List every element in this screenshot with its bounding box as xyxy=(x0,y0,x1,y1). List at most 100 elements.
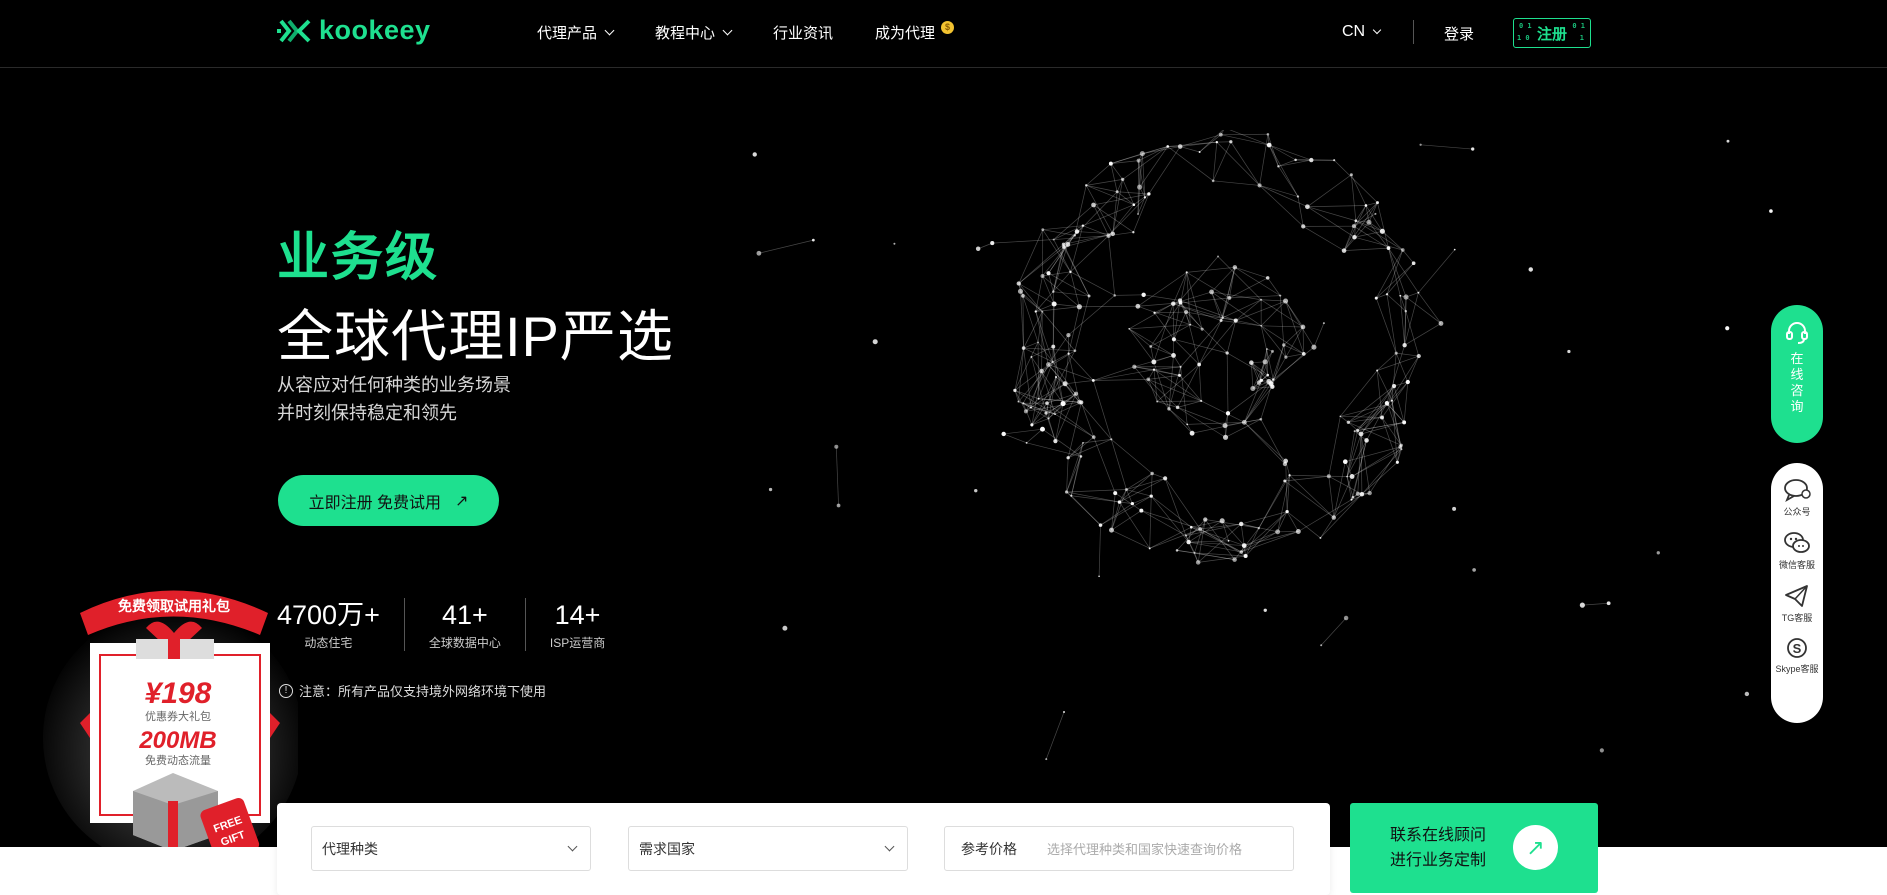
globe-node xyxy=(1197,362,1202,367)
register-trial-button[interactable]: 立即注册 免费试用 ↗ xyxy=(278,475,499,526)
page: kookeey 代理产品 教程中心 行业资讯 成为代理 $ CN 登录 0 1 … xyxy=(0,0,1887,895)
gift-ribbon-text: 免费领取试用礼包 xyxy=(118,598,230,614)
globe-node xyxy=(1300,324,1306,330)
globe-node xyxy=(811,238,815,242)
globe-node xyxy=(1108,161,1113,166)
globe-node xyxy=(1062,381,1068,387)
globe-node xyxy=(1130,502,1135,506)
globe-node xyxy=(1218,132,1223,137)
gift-price-desc: 优惠券大礼包 xyxy=(145,709,211,723)
globe-node xyxy=(1135,303,1141,309)
globe-node xyxy=(1453,248,1456,251)
free-gift-promo[interactable]: 免费领取试用礼包 ¥198 优惠券大礼包 200MB 免费动态流量 FREE G… xyxy=(28,573,298,863)
globe-node xyxy=(1001,431,1006,437)
nav-proxy-products[interactable]: 代理产品 xyxy=(537,22,615,43)
globe-node xyxy=(1400,248,1405,252)
globe-node xyxy=(1044,411,1048,415)
register-button[interactable]: 0 1 1 0 0 1 1 注册 xyxy=(1513,18,1591,48)
globe-node xyxy=(1198,527,1203,531)
globe-node xyxy=(1189,430,1195,436)
country-select[interactable]: 需求国家 xyxy=(628,826,908,871)
globe-node xyxy=(1217,255,1219,258)
chat-bubble-icon xyxy=(1784,479,1811,503)
globe-node xyxy=(1239,550,1244,554)
nav-tutorial-center[interactable]: 教程中心 xyxy=(655,22,733,43)
globe-node xyxy=(1222,434,1229,440)
globe-node xyxy=(1283,479,1287,483)
globe-node xyxy=(1186,539,1191,545)
globe-node xyxy=(1260,298,1263,301)
globe-node xyxy=(1185,271,1188,274)
globe-node xyxy=(1265,276,1270,280)
globe-node xyxy=(1013,388,1017,393)
globe-node xyxy=(1358,431,1364,437)
globe-node xyxy=(1225,351,1229,355)
globe-node xyxy=(1403,294,1409,300)
stat-label: 全球数据中心 xyxy=(428,636,501,650)
globe-node xyxy=(1394,351,1398,355)
globe-node xyxy=(1177,298,1183,303)
globe-node xyxy=(1227,295,1232,300)
globe-node xyxy=(1260,324,1263,327)
globe-node xyxy=(1047,417,1050,420)
wechat-icon xyxy=(1784,532,1810,553)
globe-node xyxy=(1029,406,1032,409)
online-consult-button[interactable]: 在线咨询 xyxy=(1771,305,1823,443)
side-item-label: 微信客服 xyxy=(1778,560,1815,570)
globe-node xyxy=(1349,173,1353,177)
wechat-service-button[interactable]: 微信客服 xyxy=(1779,530,1815,571)
globe-node xyxy=(1333,159,1336,162)
globe-node xyxy=(1171,301,1176,306)
globe-node xyxy=(1417,291,1420,294)
skype-service-button[interactable]: S Skype客服 xyxy=(1775,636,1819,675)
nav-become-agent[interactable]: 成为代理 $ xyxy=(875,21,955,43)
globe-node xyxy=(1277,165,1280,168)
telegram-service-button[interactable]: TG客服 xyxy=(1782,583,1812,624)
globe-node xyxy=(1241,419,1247,425)
chevron-down-icon xyxy=(722,25,733,36)
official-account-button[interactable]: 公众号 xyxy=(1783,477,1811,518)
globe-node xyxy=(1301,224,1306,229)
globe-node xyxy=(1725,326,1730,331)
globe-node xyxy=(1266,142,1272,148)
globe-node xyxy=(1077,399,1082,405)
globe-node xyxy=(1346,420,1351,424)
globe-node xyxy=(1359,491,1365,497)
globe-node xyxy=(1376,369,1379,372)
globe-node xyxy=(1141,292,1146,297)
nav-label: 代理产品 xyxy=(537,25,598,42)
globe-node xyxy=(1296,195,1300,198)
globe-node xyxy=(1184,534,1187,537)
globe-node xyxy=(1175,549,1179,552)
globe-node xyxy=(1390,399,1393,402)
globe-node xyxy=(1400,448,1403,451)
globe-node xyxy=(1528,267,1533,272)
globe-node xyxy=(1402,420,1407,425)
globe-node xyxy=(975,246,981,251)
globe-node xyxy=(1139,151,1145,157)
globe-node xyxy=(1567,349,1571,354)
globe-node xyxy=(1656,551,1660,555)
globe-node xyxy=(1087,294,1091,298)
globe-node xyxy=(893,242,896,245)
globe-node xyxy=(1016,281,1021,286)
globe-node xyxy=(1606,601,1611,606)
nav-industry-news[interactable]: 行业资讯 xyxy=(773,22,833,43)
globe-node xyxy=(1259,378,1264,383)
contact-advisor-button[interactable]: 联系在线顾问 进行业务定制 ↗ xyxy=(1350,803,1598,893)
language-selector[interactable]: CN xyxy=(1342,23,1382,41)
globe-node xyxy=(1259,417,1263,421)
brand-logo[interactable]: kookeey xyxy=(277,15,431,46)
gift-traffic-desc: 免费动态流量 xyxy=(145,753,211,767)
globe-node xyxy=(1229,140,1233,144)
globe-node xyxy=(1309,157,1314,163)
login-link[interactable]: 登录 xyxy=(1444,23,1474,44)
globe-node xyxy=(1350,498,1353,501)
globe-node xyxy=(1219,518,1225,524)
proxy-type-select[interactable]: 代理种类 xyxy=(311,826,591,871)
globe-node xyxy=(1167,407,1171,411)
globe-node xyxy=(1399,443,1403,447)
globe-node xyxy=(1037,341,1039,344)
globe-node xyxy=(1025,441,1028,444)
reference-price-field[interactable]: 参考价格 选择代理种类和国家快速查询价格 xyxy=(944,826,1294,871)
